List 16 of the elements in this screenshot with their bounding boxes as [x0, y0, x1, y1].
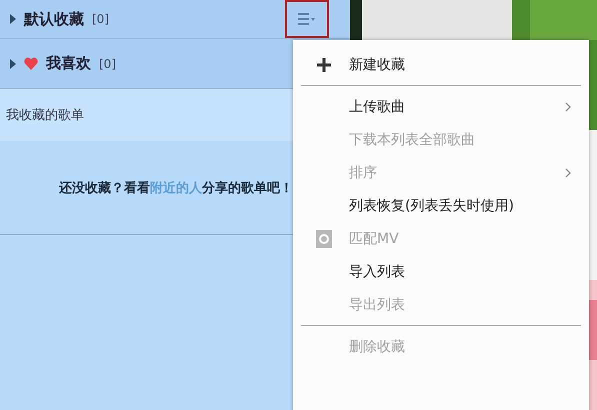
- playlist-name: 我喜欢: [46, 54, 91, 73]
- empty-message: 还没收藏？看看附近的人分享的歌单吧！: [59, 180, 293, 196]
- playlist-name: 默认收藏: [24, 10, 84, 28]
- playlist-count: [0]: [92, 12, 109, 26]
- expand-arrow-icon[interactable]: [10, 14, 16, 24]
- playlist-count: [0]: [99, 56, 116, 70]
- menu-item[interactable]: 列表恢复(列表丢失时使用): [293, 189, 589, 222]
- menu-item[interactable]: 上传歌曲: [293, 90, 589, 123]
- mv-icon: [316, 230, 332, 248]
- plus-icon: [317, 58, 331, 72]
- playlist-row[interactable]: 默认收藏 [0]: [0, 0, 350, 39]
- menu-icon: [297, 11, 317, 27]
- section-title: 我收藏的歌单: [6, 107, 84, 124]
- menu-button[interactable]: [285, 0, 329, 38]
- menu-item[interactable]: 导入列表: [293, 255, 589, 288]
- expand-arrow-icon[interactable]: [10, 58, 16, 68]
